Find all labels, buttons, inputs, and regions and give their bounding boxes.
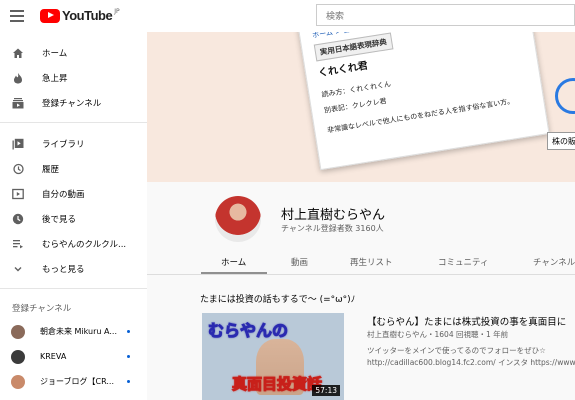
shelf-title[interactable]: たまには投資の話もするで～ (=°ω°)ﾉ: [200, 292, 355, 305]
sidebar-item-subscriptions[interactable]: 登録チャンネル: [0, 90, 147, 115]
sidebar-item-library[interactable]: ライブラリ: [0, 131, 147, 156]
sidebar-divider: [0, 288, 147, 289]
tab-home[interactable]: ホーム: [221, 256, 246, 268]
sidebar-item-label: もっと見る: [42, 264, 85, 275]
video-meta: 村上直樹むらやん・1604 回視聴・1 年前: [367, 330, 509, 339]
subscription-item[interactable]: 朝倉未来 Mikuru A...: [0, 319, 147, 344]
library-icon: [12, 138, 24, 150]
sidebar-item-trending[interactable]: 急上昇: [0, 65, 147, 90]
video-duration: 57:13: [312, 385, 340, 396]
channel-banner: ホーム > 日本語表現辞典 > くれくれ君 実用日本語表現辞典 くれくれ君 読み…: [147, 32, 575, 182]
home-icon: [12, 47, 24, 59]
sidebar-item-your-videos[interactable]: 自分の動画: [0, 181, 147, 206]
play-logo-icon: [40, 8, 60, 23]
video-thumbnail[interactable]: むらやんの 真面目投資話 57:13: [202, 313, 344, 400]
new-content-dot: [127, 380, 130, 383]
youtube-logo[interactable]: YouTube JP: [40, 8, 120, 23]
video-description: ツイッターをメインで使ってるのでフォローをぜひ☆ http://cadillac…: [367, 345, 575, 369]
subscriptions-icon: [12, 97, 24, 109]
your-videos-icon: [12, 188, 24, 200]
subscription-item[interactable]: ジョーブログ【CR...: [0, 369, 147, 394]
video-title[interactable]: 【むらやん】たまには株式投資の事を真面目に: [367, 314, 575, 328]
thumbnail-text-bottom: 真面目投資話: [231, 375, 323, 394]
avatar: [11, 374, 25, 389]
logo-text: YouTube: [62, 8, 113, 23]
trending-icon: [12, 72, 24, 84]
sidebar-item-label: ライブラリ: [42, 139, 85, 150]
menu-icon[interactable]: [10, 10, 24, 22]
sidebar-item-show-more[interactable]: もっと見る: [0, 256, 147, 281]
avatar: [11, 349, 25, 364]
subscription-label: ジョーブログ【CR...: [40, 377, 115, 386]
sidebar-item-label: むらやんのクルクル...: [42, 239, 127, 250]
thumbnail-text-top: むらやんの: [207, 321, 289, 341]
banner-dictionary-image: ホーム > 日本語表現辞典 > くれくれ君 実用日本語表現辞典 くれくれ君 読み…: [297, 32, 550, 171]
watch-later-icon: [12, 213, 24, 225]
channel-name: 村上直樹むらやん: [281, 208, 386, 223]
subscriptions-header: 登録チャンネル: [12, 304, 72, 314]
tab-community[interactable]: コミュニティ: [438, 256, 489, 268]
sidebar-item-history[interactable]: 履歴: [0, 156, 147, 181]
video-description-line: ツイッターをメインで使ってるのでフォローをぜひ☆: [367, 346, 546, 355]
chevron-down-icon: [12, 263, 24, 275]
new-content-dot: [127, 355, 130, 358]
subscription-label: KREVA: [40, 352, 67, 361]
sidebar-item-label: 登録チャンネル: [42, 98, 102, 109]
sidebar-item-label: 履歴: [42, 164, 60, 175]
banner-circle-graphic: [555, 78, 575, 114]
channel-content: たまには投資の話もするで～ (=°ω°)ﾉ むらやんの 真面目投資話 57:13…: [147, 275, 575, 400]
top-bar: YouTube JP 検索: [0, 0, 575, 32]
logo-region: JP: [114, 8, 120, 15]
tab-channels[interactable]: チャンネル: [533, 256, 575, 268]
history-icon: [12, 163, 24, 175]
sidebar-item-label: 後で見る: [42, 214, 77, 225]
sidebar-item-watch-later[interactable]: 後で見る: [0, 206, 147, 231]
search-input[interactable]: 検索: [316, 4, 575, 26]
subscriber-count: チャンネル登録者数 3160人: [281, 224, 384, 233]
subscription-label: 朝倉未来 Mikuru A...: [40, 327, 117, 336]
avatar: [11, 324, 25, 339]
sidebar: ホーム 急上昇 登録チャンネル ライブラリ 履歴 自分の動画 後で見る むらやん…: [0, 32, 147, 400]
channel-header: 村上直樹むらやん チャンネル登録者数 3160人 ホーム 動画 再生リスト コミ…: [147, 182, 575, 275]
sidebar-item-home[interactable]: ホーム: [0, 40, 147, 65]
new-content-dot: [127, 330, 130, 333]
tab-playlists[interactable]: 再生リスト: [350, 256, 393, 268]
subscription-item[interactable]: KREVA: [0, 344, 147, 369]
sidebar-item-playlist[interactable]: むらやんのクルクル...: [0, 231, 147, 256]
sidebar-item-label: 急上昇: [42, 73, 68, 84]
sidebar-item-label: 自分の動画: [42, 189, 85, 200]
tab-videos[interactable]: 動画: [291, 256, 308, 268]
playlist-icon: [12, 238, 24, 250]
channel-avatar[interactable]: [215, 196, 261, 242]
banner-alt-spelling: 別表記：クレクレ君: [323, 97, 388, 115]
banner-stock-label: 株の販: [547, 132, 575, 150]
sidebar-divider: [0, 122, 147, 123]
sidebar-item-label: ホーム: [42, 48, 68, 59]
video-description-link[interactable]: http://cadillac600.blog14.fc2.com/ インスタ …: [367, 357, 575, 369]
